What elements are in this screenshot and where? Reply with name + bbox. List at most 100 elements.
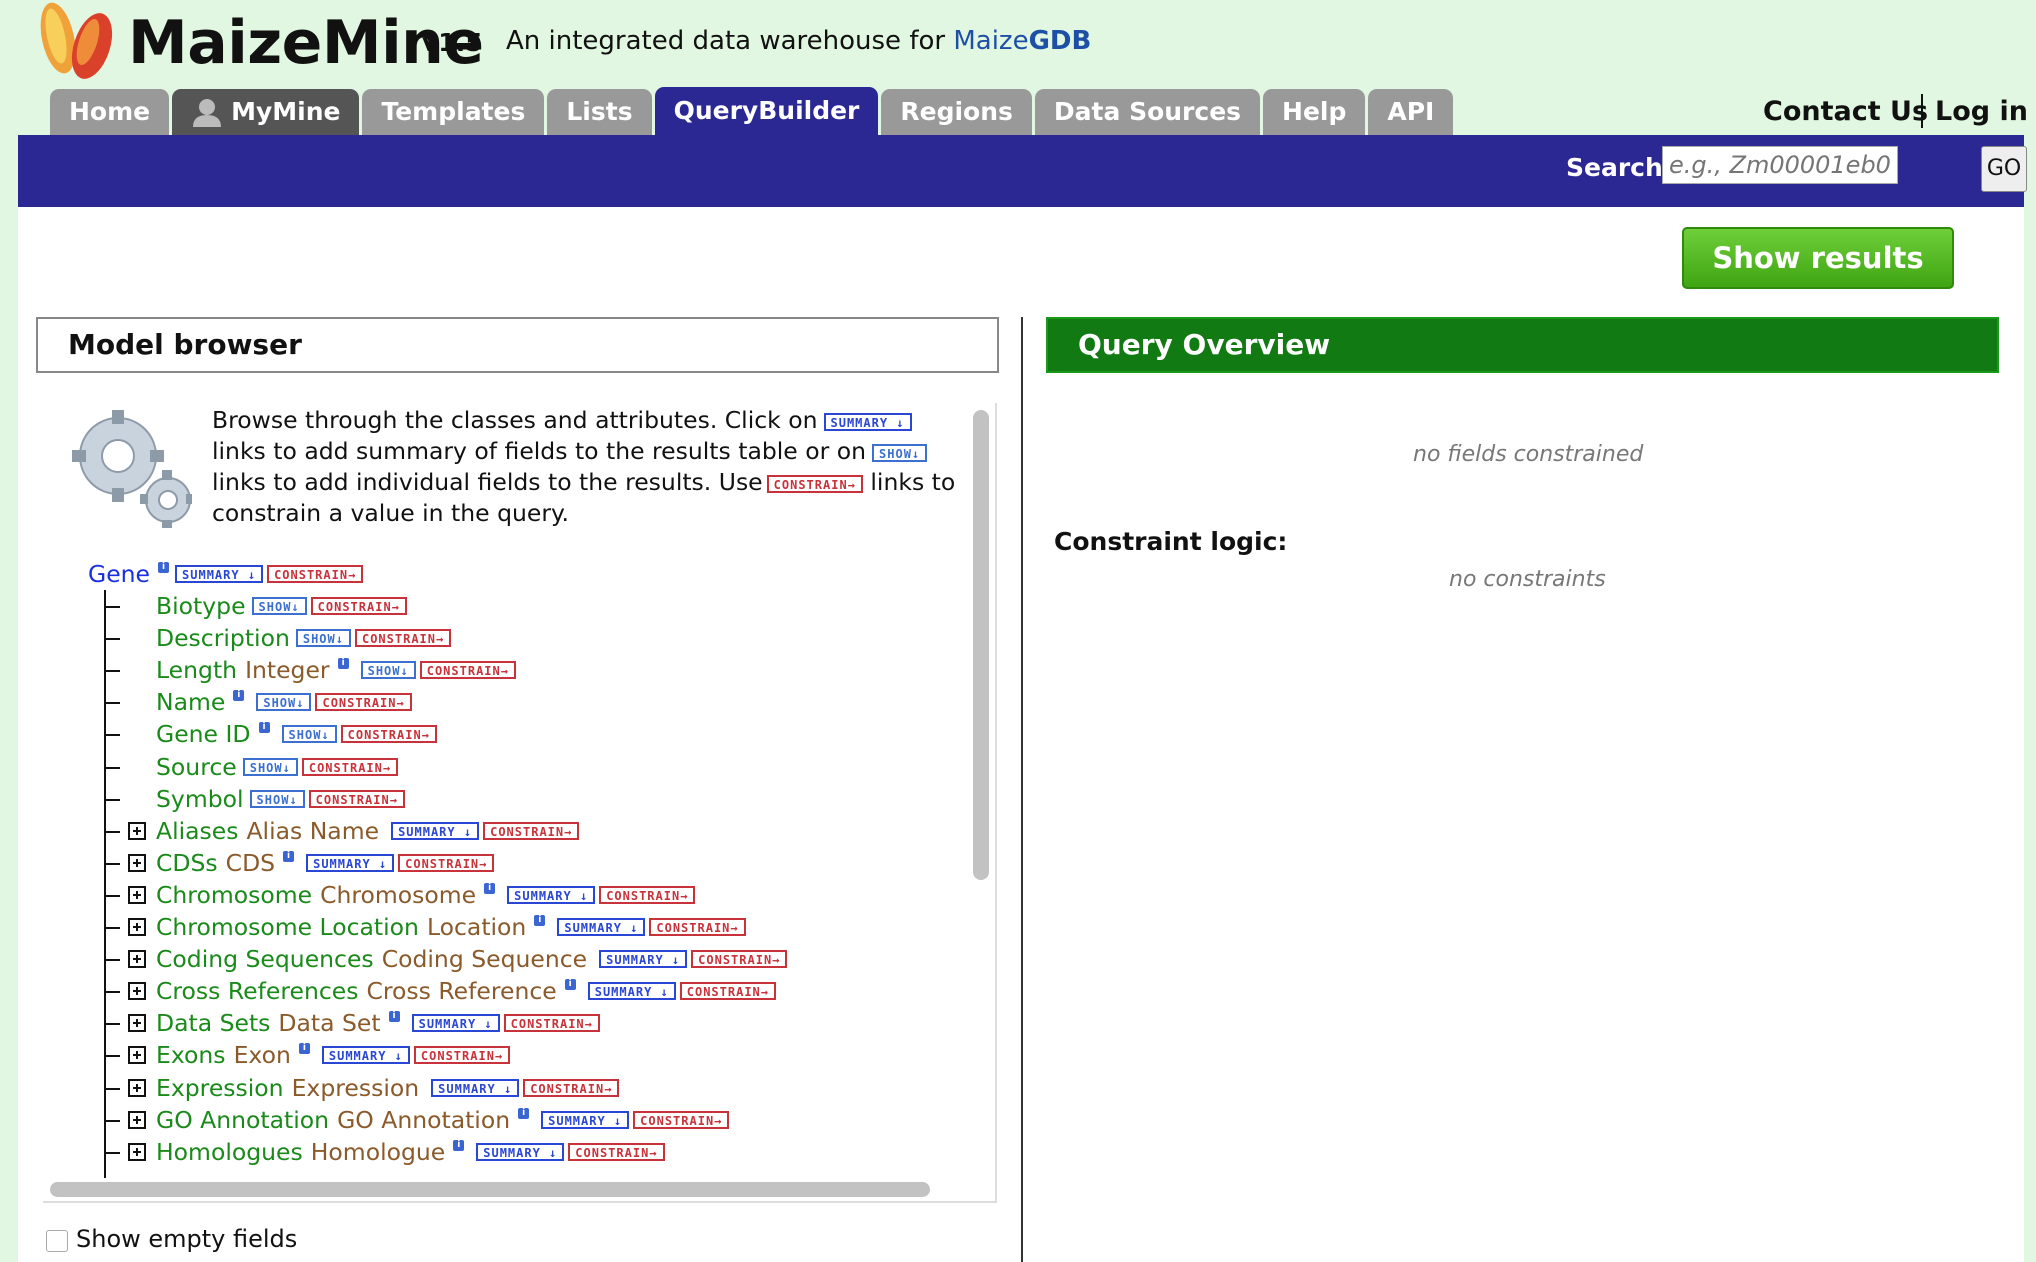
horizontal-scrollbar[interactable] bbox=[50, 1182, 930, 1197]
expand-icon[interactable] bbox=[128, 1142, 146, 1161]
info-icon[interactable]: i bbox=[484, 882, 496, 894]
info-icon[interactable]: i bbox=[518, 1107, 530, 1119]
field-name[interactable]: Homologues bbox=[156, 1136, 303, 1168]
info-icon[interactable]: i bbox=[388, 1011, 400, 1023]
tree-branch bbox=[106, 862, 120, 865]
constrain-button[interactable]: CONSTRAIN→ bbox=[599, 885, 696, 904]
contact-us-link[interactable]: Contact Us bbox=[1763, 96, 1928, 127]
summary-button[interactable]: SUMMARY ↓ bbox=[599, 950, 688, 969]
vertical-scrollbar[interactable] bbox=[973, 410, 989, 880]
summary-button[interactable]: SUMMARY ↓ bbox=[587, 982, 676, 1001]
maize-logo-icon[interactable] bbox=[30, 0, 122, 82]
summary-button[interactable]: SUMMARY ↓ bbox=[306, 853, 395, 872]
show-button[interactable]: SHOW↓ bbox=[360, 661, 416, 680]
constrain-button[interactable]: CONSTRAIN→ bbox=[310, 597, 407, 615]
show-results-button[interactable]: Show results bbox=[1682, 227, 1954, 289]
summary-button[interactable]: SUMMARY ↓ bbox=[557, 918, 646, 936]
field-name[interactable]: Exons bbox=[156, 1039, 226, 1071]
constrain-button[interactable]: CONSTRAIN→ bbox=[633, 1110, 730, 1129]
info-icon[interactable]: i bbox=[337, 658, 349, 670]
summary-button[interactable]: SUMMARY ↓ bbox=[507, 885, 596, 904]
search-input[interactable] bbox=[1662, 146, 1898, 184]
info-icon[interactable]: i bbox=[534, 915, 546, 926]
expand-icon[interactable] bbox=[128, 918, 146, 936]
tab-querybuilder[interactable]: QueryBuilder bbox=[654, 87, 879, 135]
field-name[interactable]: Expression bbox=[156, 1072, 284, 1104]
info-icon[interactable]: i bbox=[453, 1139, 465, 1151]
tab-templates[interactable]: Templates bbox=[362, 89, 545, 135]
tree-branch bbox=[106, 606, 120, 608]
constrain-button[interactable]: CONSTRAIN→ bbox=[315, 693, 412, 712]
field-name[interactable]: Coding Sequences bbox=[156, 943, 374, 975]
constrain-button[interactable]: CONSTRAIN→ bbox=[301, 757, 399, 776]
field-name[interactable]: Aliases bbox=[156, 815, 238, 847]
info-icon[interactable]: i bbox=[283, 850, 295, 862]
summary-button[interactable]: SUMMARY ↓ bbox=[391, 821, 480, 840]
constrain-button[interactable]: CONSTRAIN→ bbox=[568, 1142, 665, 1161]
constrain-button[interactable]: CONSTRAIN→ bbox=[503, 1014, 600, 1033]
constrain-button[interactable]: CONSTRAIN→ bbox=[691, 950, 788, 969]
constrain-button[interactable]: CONSTRAIN→ bbox=[308, 789, 405, 808]
expand-icon[interactable] bbox=[128, 1110, 146, 1129]
field-name[interactable]: Chromosome bbox=[156, 879, 312, 911]
expand-icon[interactable] bbox=[128, 821, 146, 840]
tab-regions[interactable]: Regions bbox=[881, 89, 1032, 135]
expand-icon[interactable] bbox=[128, 1078, 146, 1097]
constrain-button[interactable]: CONSTRAIN→ bbox=[413, 1046, 511, 1065]
constrain-button[interactable]: CONSTRAIN→ bbox=[354, 629, 452, 648]
constrain-button[interactable]: CONSTRAIN→ bbox=[267, 565, 364, 583]
show-button[interactable]: SHOW↓ bbox=[295, 629, 351, 648]
expand-icon[interactable] bbox=[128, 1046, 146, 1065]
field-name: Description bbox=[156, 624, 290, 653]
tab-home[interactable]: Home bbox=[50, 89, 170, 135]
summary-button[interactable]: SUMMARY ↓ bbox=[411, 1014, 500, 1033]
info-icon[interactable]: i bbox=[258, 722, 270, 734]
constrain-button[interactable]: CONSTRAIN→ bbox=[340, 725, 437, 744]
field-name[interactable]: Cross References bbox=[156, 975, 358, 1007]
tab-label: MyMine bbox=[231, 97, 341, 126]
constrain-button[interactable]: CONSTRAIN→ bbox=[483, 821, 580, 840]
info-icon[interactable]: i bbox=[564, 979, 576, 991]
maize-link[interactable]: Maize bbox=[953, 26, 1028, 56]
field-name[interactable]: CDSs bbox=[156, 847, 218, 879]
tree-root-gene: Gene i SUMMARY ↓ CONSTRAIN→ bbox=[88, 558, 364, 590]
tab-api[interactable]: API bbox=[1368, 89, 1454, 135]
show-button[interactable]: SHOW↓ bbox=[249, 789, 305, 808]
tab-data-sources[interactable]: Data Sources bbox=[1034, 89, 1261, 135]
constrain-button[interactable]: CONSTRAIN→ bbox=[679, 982, 776, 1001]
show-empty-fields-checkbox[interactable] bbox=[46, 1230, 68, 1252]
show-button[interactable]: SHOW↓ bbox=[256, 693, 312, 712]
gdb-link[interactable]: GDB bbox=[1029, 26, 1092, 56]
show-button[interactable]: SHOW↓ bbox=[251, 597, 307, 615]
constrain-button[interactable]: CONSTRAIN→ bbox=[523, 1078, 620, 1097]
constrain-button[interactable]: CONSTRAIN→ bbox=[649, 918, 746, 936]
tab-help[interactable]: Help bbox=[1263, 89, 1366, 135]
summary-button[interactable]: SUMMARY ↓ bbox=[175, 565, 264, 583]
expand-icon[interactable] bbox=[128, 885, 146, 904]
field-type: Alias Name bbox=[246, 816, 380, 845]
field-name[interactable]: Data Sets bbox=[156, 1007, 270, 1039]
expand-icon[interactable] bbox=[128, 950, 146, 969]
search-go-button[interactable]: GO bbox=[1981, 146, 2027, 192]
model-browser-title: Model browser bbox=[36, 317, 999, 373]
expand-icon[interactable] bbox=[128, 982, 146, 1001]
show-button[interactable]: SHOW↓ bbox=[281, 725, 337, 744]
summary-button[interactable]: SUMMARY ↓ bbox=[476, 1142, 565, 1161]
tab-label: QueryBuilder bbox=[673, 96, 860, 125]
expand-icon[interactable] bbox=[128, 1014, 146, 1033]
expand-icon[interactable] bbox=[128, 853, 146, 872]
summary-button[interactable]: SUMMARY ↓ bbox=[431, 1078, 520, 1097]
tab-lists[interactable]: Lists bbox=[547, 89, 652, 135]
login-link[interactable]: Log in bbox=[1935, 96, 2028, 127]
summary-button[interactable]: SUMMARY ↓ bbox=[541, 1110, 630, 1129]
field-name[interactable]: GO Annotation bbox=[156, 1104, 329, 1136]
show-button[interactable]: SHOW↓ bbox=[242, 757, 298, 776]
field-name[interactable]: Chromosome Location bbox=[156, 911, 419, 943]
info-icon[interactable]: i bbox=[158, 562, 170, 573]
constrain-button[interactable]: CONSTRAIN→ bbox=[419, 661, 516, 680]
constrain-button[interactable]: CONSTRAIN→ bbox=[398, 853, 495, 872]
info-icon[interactable]: i bbox=[233, 690, 245, 702]
summary-button[interactable]: SUMMARY ↓ bbox=[321, 1046, 410, 1065]
tab-mymine[interactable]: MyMine bbox=[172, 89, 360, 135]
info-icon[interactable]: i bbox=[298, 1043, 310, 1055]
